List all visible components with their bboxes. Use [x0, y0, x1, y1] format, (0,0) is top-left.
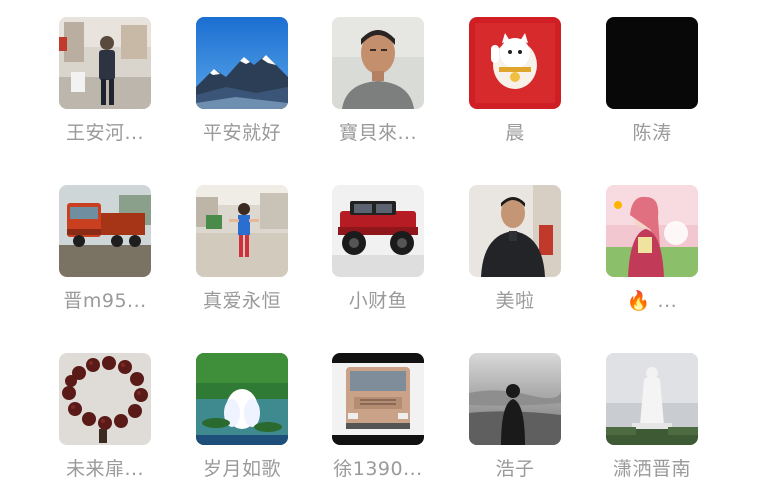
contact-item[interactable]: 陈涛: [592, 17, 712, 145]
contact-name: 🔥 ...: [626, 290, 678, 312]
contact-name: 岁月如歌: [202, 458, 281, 480]
contact-name: 晋m95...: [63, 290, 147, 312]
contact-item[interactable]: 潇洒晋南: [592, 353, 712, 481]
contact-item[interactable]: 🔥 ...: [592, 185, 712, 313]
contact-name: 寶貝來...: [338, 122, 418, 144]
girl-cartoon-photo: [606, 185, 698, 277]
contact-item[interactable]: 晋m95...: [45, 185, 165, 313]
man-in-room-photo: [59, 17, 151, 109]
contact-name: 平安就好: [202, 122, 281, 144]
man-dark-jacket-photo: [469, 185, 561, 277]
contact-name: 浩子: [495, 458, 535, 480]
contact-item[interactable]: 王安河...: [45, 17, 165, 145]
child-playing-photo: [196, 185, 288, 277]
contact-name: 王安河...: [65, 122, 145, 144]
contact-name: 晨: [505, 122, 525, 144]
snow-mountain-photo: [196, 17, 288, 109]
man-portrait-photo: [332, 17, 424, 109]
contact-name: 陈涛: [632, 122, 672, 144]
contact-item[interactable]: 平安就好: [182, 17, 302, 145]
guanyin-statue-photo: [606, 353, 698, 445]
contact-name: 未来扉...: [65, 458, 145, 480]
contact-name: 潇洒晋南: [612, 458, 691, 480]
red-truck-photo: [59, 185, 151, 277]
contact-item[interactable]: 未来扉...: [45, 353, 165, 481]
contact-name: 真爱永恒: [202, 290, 281, 312]
contact-item[interactable]: 真爱永恒: [182, 185, 302, 313]
contact-name: 美啦: [495, 290, 535, 312]
lucky-cat-red-photo: [469, 17, 561, 109]
contact-item[interactable]: 岁月如歌: [182, 353, 302, 481]
black-photo: [606, 17, 698, 109]
prayer-beads-photo: [59, 353, 151, 445]
contact-item[interactable]: 徐1390...: [318, 353, 438, 481]
red-jeep-photo: [332, 185, 424, 277]
contact-item[interactable]: 晨: [455, 17, 575, 145]
contact-item[interactable]: 美啦: [455, 185, 575, 313]
contact-item[interactable]: 小财鱼: [318, 185, 438, 313]
contact-name: 徐1390...: [333, 458, 423, 480]
contact-grid: 王安河... 平安就好 寶貝來... 晨 陈涛 晋m95... 真爱永恒 小财鱼…: [0, 0, 763, 500]
contact-item[interactable]: 浩子: [455, 353, 575, 481]
truck-cab-photo: [332, 353, 424, 445]
lotus-nature-photo: [196, 353, 288, 445]
contact-item[interactable]: 寶貝來...: [318, 17, 438, 145]
person-silhouette-photo: [469, 353, 561, 445]
contact-name: 小财鱼: [348, 290, 408, 312]
